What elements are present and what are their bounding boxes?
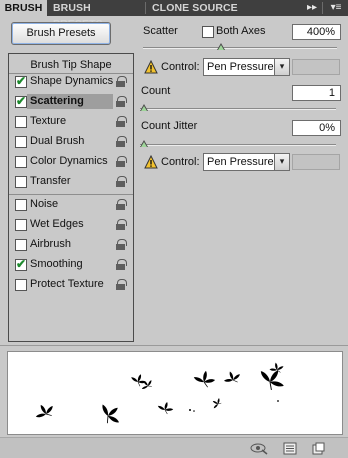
tab-brush-presets[interactable]: BRUSH PRESETS (53, 0, 143, 30)
dual-brush-checkbox[interactable] (15, 136, 27, 148)
smoothing-checkbox[interactable]: ✔ (15, 257, 27, 271)
brush-tip-shape-item[interactable]: Brush Tip Shape (9, 59, 133, 71)
transfer-checkbox[interactable] (15, 176, 27, 188)
scatter-control-dropdown[interactable]: Pen Pressure ▾ (203, 58, 290, 76)
option-shape-dynamics[interactable]: ✔ Shape Dynamics (9, 73, 133, 91)
tab-clone-source[interactable]: CLONE SOURCE (152, 0, 242, 16)
panel-tab-strip: BRUSH BRUSH PRESETS CLONE SOURCE ▸▸ ▾≡ (0, 0, 348, 30)
divider (0, 345, 348, 346)
option-label: Texture (30, 115, 67, 127)
both-axes-label: Both Axes (216, 25, 266, 37)
count-jitter-slider-track[interactable] (140, 144, 336, 145)
option-label: Noise (30, 198, 59, 210)
warning-icon (144, 155, 158, 169)
option-smoothing[interactable]: ✔ Smoothing (9, 256, 133, 274)
chevron-down-icon[interactable]: ▾ (274, 154, 289, 170)
count-jitter-control-dropdown[interactable]: Pen Pressure ▾ (203, 153, 290, 171)
scatter-control-field-disabled (292, 59, 340, 75)
option-label: Protect Texture (30, 278, 104, 290)
shape-dynamics-checkbox[interactable]: ✔ (15, 74, 27, 88)
count-slider-thumb[interactable] (140, 104, 148, 111)
panel-bottom-bar (0, 437, 348, 458)
lock-icon-body (116, 204, 125, 210)
lock-icon-body (116, 141, 125, 147)
lock-icon-body (116, 264, 125, 270)
count-slider-track[interactable] (140, 108, 336, 109)
option-label: Smoothing (30, 258, 83, 270)
warning-icon (144, 60, 158, 74)
option-scattering[interactable]: ✔ Scattering (9, 93, 133, 111)
brush-options-list: Brush Tip Shape ✔ Shape Dynamics ✔ Scatt… (8, 53, 134, 342)
open-preset-manager-icon[interactable] (283, 442, 297, 455)
option-label: Scattering (30, 95, 84, 107)
option-label: Dual Brush (30, 135, 85, 147)
option-label: Shape Dynamics (30, 75, 114, 87)
lock-icon-body (116, 284, 125, 290)
count-jitter-value-field[interactable]: 0% (292, 120, 341, 136)
collapse-panel-icon[interactable]: ▸▸ (303, 0, 321, 16)
wet-edges-checkbox[interactable] (15, 219, 27, 231)
option-wet-edges[interactable]: Wet Edges (9, 216, 133, 234)
option-transfer[interactable]: Transfer (9, 173, 133, 191)
protect-texture-checkbox[interactable] (15, 279, 27, 291)
tab-divider (145, 2, 146, 14)
count-label: Count (141, 85, 171, 97)
lock-icon-body (116, 161, 125, 167)
color-dynamics-checkbox[interactable] (15, 156, 27, 168)
panel-menu-icon[interactable]: ▾≡ (327, 0, 345, 16)
option-dual-brush[interactable]: Dual Brush (9, 133, 133, 151)
scattered-leaf-brush-strokes (31, 361, 291, 430)
lock-icon-body (116, 244, 125, 250)
option-airbrush[interactable]: Airbrush (9, 236, 133, 254)
option-texture[interactable]: Texture (9, 113, 133, 131)
option-label: Airbrush (30, 238, 71, 250)
brush-stroke-preview (7, 351, 343, 435)
option-label: Color Dynamics (30, 155, 108, 167)
scatter-value-field[interactable]: 400% (292, 24, 341, 40)
scatter-slider-thumb[interactable] (216, 43, 225, 50)
lock-icon-body (116, 121, 125, 127)
chevron-down-icon[interactable]: ▾ (274, 59, 289, 75)
scatter-control-value: Pen Pressure (207, 61, 274, 73)
lock-icon-body (116, 101, 125, 107)
count-value-field[interactable]: 1 (292, 85, 341, 101)
count-jitter-control-field-disabled (292, 154, 340, 170)
scattering-checkbox[interactable]: ✔ (15, 94, 27, 108)
create-new-brush-icon[interactable] (312, 442, 325, 455)
scatter-label: Scatter (143, 25, 178, 37)
texture-checkbox[interactable] (15, 116, 27, 128)
airbrush-checkbox[interactable] (15, 239, 27, 251)
toggle-live-tip-preview-icon[interactable] (250, 442, 268, 455)
both-axes-checkbox[interactable] (202, 26, 214, 38)
option-protect-texture[interactable]: Protect Texture (9, 276, 133, 294)
tab-divider (322, 2, 323, 14)
control-label: Control: (161, 61, 200, 73)
divider (9, 194, 133, 195)
option-color-dynamics[interactable]: Color Dynamics (9, 153, 133, 171)
option-noise[interactable]: Noise (9, 196, 133, 214)
count-jitter-label: Count Jitter (141, 120, 198, 132)
control-label: Control: (161, 156, 200, 168)
count-jitter-slider-thumb[interactable] (140, 140, 148, 147)
lock-icon-body (116, 181, 125, 187)
lock-icon-body (116, 81, 125, 87)
brush-presets-button[interactable]: Brush Presets (11, 22, 111, 45)
scatter-slider-track[interactable] (143, 47, 337, 48)
option-label: Wet Edges (30, 218, 84, 230)
option-label: Transfer (30, 175, 71, 187)
noise-checkbox[interactable] (15, 199, 27, 211)
lock-icon-body (116, 224, 125, 230)
count-jitter-control-value: Pen Pressure (207, 156, 274, 168)
tab-brush[interactable]: BRUSH (0, 0, 47, 16)
